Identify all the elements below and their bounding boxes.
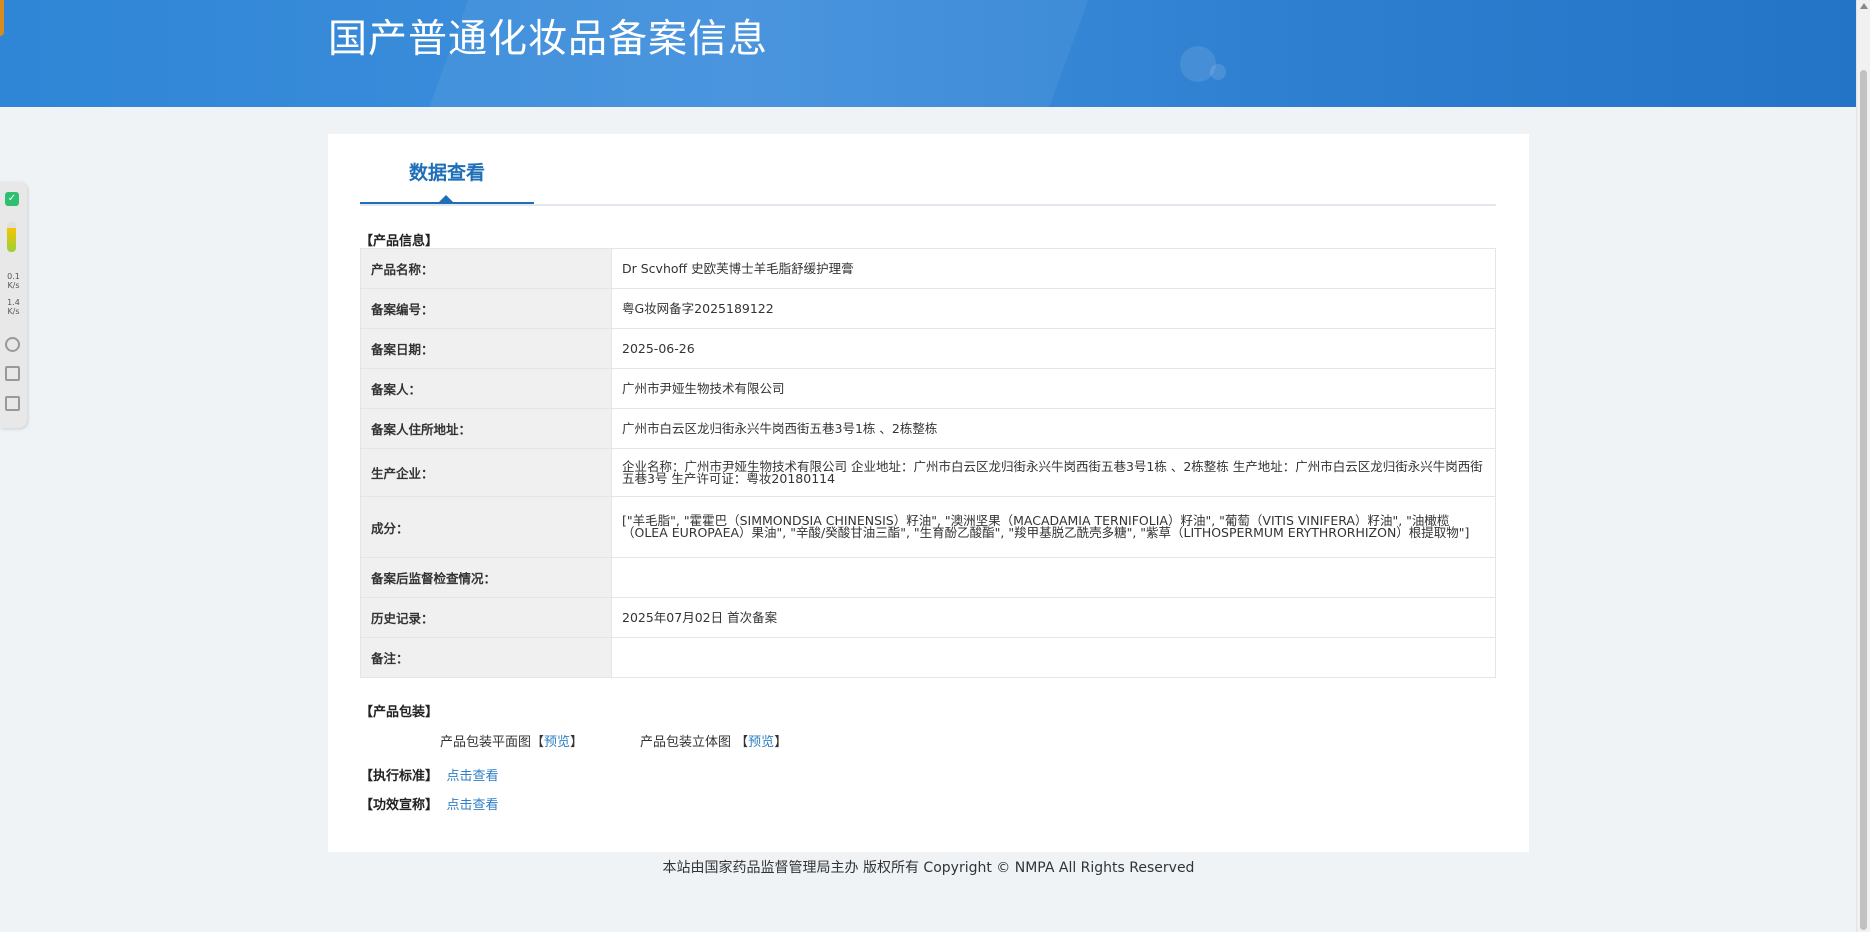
row-label: 生产企业： [360, 448, 612, 497]
package-flat-row: 产品包装平面图【预览】 [440, 731, 583, 750]
package-solid-row: 产品包装立体图 【预览】 [640, 731, 787, 750]
row-label: 备案人： [360, 368, 612, 409]
table-row: 备案人住所地址： 广州市白云区龙归街永兴牛岗西街五巷3号1栋 、2栋整栋 [360, 408, 1496, 449]
table-row: 备注： [360, 637, 1496, 678]
row-label: 备案编号： [360, 288, 612, 329]
row-label: 备案日期： [360, 328, 612, 369]
section-efficacy: 【功效宣称】 点击查看 [360, 794, 499, 813]
row-label: 成分： [360, 496, 612, 558]
speed-icon[interactable] [5, 337, 20, 352]
bracket-open: 【 [531, 735, 545, 750]
row-label: 备注： [360, 637, 612, 678]
shield-icon[interactable]: ✓ [5, 192, 19, 206]
table-row: 生产企业： 企业名称：广州市尹娅生物技术有限公司 企业地址：广州市白云区龙归街永兴… [360, 448, 1496, 497]
section-efficacy-label: 【功效宣称】 [360, 798, 439, 813]
table-row: 备案日期： 2025-06-26 [360, 328, 1496, 369]
efficacy-view-link[interactable]: 点击查看 [447, 798, 499, 813]
tab-data-view[interactable]: 数据查看 [360, 134, 534, 204]
row-value [611, 557, 1496, 598]
table-row: 备案后监督检查情况： [360, 557, 1496, 598]
row-label: 备案后监督检查情况： [360, 557, 612, 598]
row-label: 历史记录： [360, 597, 612, 638]
scrollbar[interactable] [1856, 0, 1870, 932]
standard-view-link[interactable]: 点击查看 [447, 769, 499, 784]
row-value: 企业名称：广州市尹娅生物技术有限公司 企业地址：广州市白云区龙归街永兴牛岗西街五… [611, 448, 1496, 497]
table-row: 备案编号： 粤G妆网备字2025189122 [360, 288, 1496, 329]
bracket-open: 【 [735, 735, 749, 750]
table-row: 产品名称： Dr Scvhoff 史欧芙博士羊毛脂舒缓护理膏 [360, 248, 1496, 289]
pin-icon[interactable] [0, 0, 4, 36]
package-flat-label: 产品包装平面图 [440, 735, 532, 750]
bracket-close: 】 [570, 735, 584, 750]
tab-caret-icon [439, 195, 453, 202]
section-standard-label: 【执行标准】 [360, 769, 439, 784]
header-banner: 国产普通化妆品备案信息 [0, 0, 1857, 107]
row-label: 备案人住所地址： [360, 408, 612, 449]
bracket-close: 】 [774, 735, 788, 750]
content-panel: 数据查看 【产品信息】 产品名称： Dr Scvhoff 史欧芙博士羊毛脂舒缓护理… [328, 134, 1529, 852]
row-value: 粤G妆网备字2025189122 [611, 288, 1496, 329]
preview-flat-link[interactable]: 预览 [544, 735, 570, 750]
page-title: 国产普通化妆品备案信息 [328, 17, 769, 62]
tab-bar: 数据查看 [360, 134, 1496, 206]
row-value [611, 637, 1496, 678]
footer: 本站由国家药品监督管理局主办 版权所有 Copyright © NMPA All… [662, 860, 1195, 876]
info-table: 产品名称： Dr Scvhoff 史欧芙博士羊毛脂舒缓护理膏 备案编号： 粤G妆网备字… [360, 248, 1496, 678]
net-down-readout: 1.4 K/s [1, 298, 26, 316]
row-value: 2025年07月02日 首次备案 [611, 597, 1496, 638]
tab-label: 数据查看 [408, 162, 485, 184]
thermometer-icon [7, 222, 16, 252]
section-product-info: 【产品信息】 [360, 234, 439, 249]
net-up-value: 0.1 [7, 272, 20, 281]
system-monitor-widget[interactable]: ✓ 0.1 K/s 1.4 K/s [0, 182, 27, 428]
table-row: 备案人： 广州市尹娅生物技术有限公司 [360, 368, 1496, 409]
net-up-readout: 0.1 K/s [1, 272, 26, 290]
row-value: Dr Scvhoff 史欧芙博士羊毛脂舒缓护理膏 [611, 248, 1496, 289]
crop-icon[interactable] [5, 366, 20, 381]
section-packaging: 【产品包装】 [360, 705, 439, 720]
row-value: 广州市尹娅生物技术有限公司 [611, 368, 1496, 409]
net-down-unit: K/s [7, 307, 20, 316]
row-value: 2025-06-26 [611, 328, 1496, 369]
package-solid-label: 产品包装立体图 [640, 735, 732, 750]
net-down-value: 1.4 [7, 298, 20, 307]
row-value: 广州市白云区龙归街永兴牛岗西街五巷3号1栋 、2栋整栋 [611, 408, 1496, 449]
section-standard: 【执行标准】 点击查看 [360, 765, 499, 784]
preview-solid-link[interactable]: 预览 [748, 735, 774, 750]
table-row: 历史记录： 2025年07月02日 首次备案 [360, 597, 1496, 638]
row-value: ["羊毛脂", "霍霍巴（SIMMONDSIA CHINENSIS）籽油", "… [611, 496, 1496, 558]
scroll-thumb[interactable] [1860, 70, 1867, 930]
scroll-up-icon[interactable] [1860, 3, 1868, 9]
net-up-unit: K/s [7, 281, 20, 290]
row-label: 产品名称： [360, 248, 612, 289]
screenshot-icon[interactable] [5, 396, 20, 411]
table-row: 成分： ["羊毛脂", "霍霍巴（SIMMONDSIA CHINENSIS）籽油"… [360, 496, 1496, 558]
